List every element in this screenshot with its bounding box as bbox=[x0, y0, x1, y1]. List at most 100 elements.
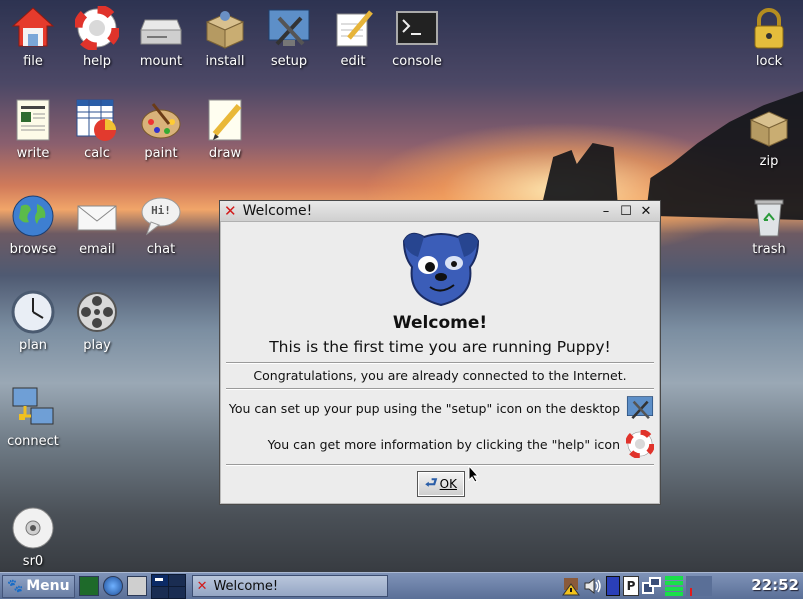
lifebuoy-icon[interactable] bbox=[625, 429, 655, 459]
connected-message: Congratulations, you are already connect… bbox=[253, 368, 627, 383]
document-icon bbox=[11, 98, 55, 142]
terminal-icon bbox=[395, 6, 439, 50]
desktop-icon-edit[interactable]: edit bbox=[321, 6, 385, 69]
desktop-icon-file[interactable]: file bbox=[1, 6, 65, 69]
desktop-icon-label: play bbox=[83, 338, 111, 353]
system-tray: P bbox=[562, 576, 712, 596]
desktop-icon-label: paint bbox=[144, 146, 178, 161]
app-x-icon: ✕ bbox=[224, 202, 237, 220]
desktop-icon-help[interactable]: help bbox=[65, 4, 129, 69]
divider bbox=[226, 464, 654, 466]
setup-tools-icon[interactable] bbox=[626, 394, 654, 422]
dialog-heading: Welcome! bbox=[392, 313, 488, 333]
network-warning-icon[interactable] bbox=[562, 576, 580, 596]
desktop-icon-label: setup bbox=[270, 54, 308, 69]
desktop-icon-label: write bbox=[16, 146, 50, 161]
show-desktop-icon[interactable] bbox=[78, 576, 99, 596]
welcome-dialog: ✕ Welcome! – ☐ ✕ Welcome! This is the fi… bbox=[219, 200, 661, 505]
desktop-icon-trash[interactable]: trash bbox=[737, 194, 801, 257]
storage-icon[interactable] bbox=[606, 576, 620, 596]
divider bbox=[226, 388, 654, 390]
desktop-icon-write[interactable]: write bbox=[1, 98, 65, 161]
desktop-icon-label: file bbox=[23, 54, 43, 69]
browser-launcher-icon[interactable] bbox=[102, 576, 123, 596]
desktop-icon-label: trash bbox=[752, 242, 786, 257]
palette-icon bbox=[139, 98, 183, 142]
desktop-icon-calc[interactable]: calc bbox=[65, 98, 129, 161]
maximize-button[interactable]: ☐ bbox=[616, 204, 636, 219]
task-label: Welcome! bbox=[213, 578, 279, 594]
desktop-icon-label: browse bbox=[9, 242, 57, 257]
taskbar-task-welcome[interactable]: ✕ Welcome! bbox=[191, 575, 388, 597]
desktop-icon-label: zip bbox=[759, 154, 779, 169]
film-reel-icon bbox=[75, 290, 119, 334]
optical-disc-icon bbox=[11, 506, 55, 550]
stack-meter-icon[interactable] bbox=[665, 576, 683, 596]
desktop-icon-install[interactable]: install bbox=[193, 6, 257, 69]
desktop-icon-label: console bbox=[392, 54, 442, 69]
drawing-pencil-icon bbox=[203, 98, 247, 142]
dialog-subheading: This is the first time you are running P… bbox=[269, 338, 611, 356]
desktop-icon-email[interactable]: email bbox=[65, 194, 129, 257]
setup-tools-icon bbox=[267, 6, 311, 50]
speech-bubble-icon: Hi! bbox=[139, 194, 183, 238]
desktop-icon-browse[interactable]: browse bbox=[1, 194, 65, 257]
desktop-icon-chat[interactable]: Hi! chat bbox=[129, 194, 193, 257]
desktop-icon-label: install bbox=[205, 54, 245, 69]
desktop-icon-plan[interactable]: plan bbox=[1, 290, 65, 353]
tray-badge-icon[interactable]: P bbox=[623, 576, 639, 596]
globe-icon bbox=[11, 194, 55, 238]
close-button[interactable]: ✕ bbox=[636, 204, 656, 219]
desktop-icon-label: draw bbox=[208, 146, 242, 161]
workspace-4[interactable] bbox=[168, 586, 185, 598]
windows-icon[interactable] bbox=[642, 576, 662, 596]
terminal-launcher-icon[interactable] bbox=[126, 576, 147, 596]
desktop-icon-label: mount bbox=[139, 54, 183, 69]
divider bbox=[226, 362, 654, 364]
network-computers-icon bbox=[11, 386, 55, 430]
desktop-icon-connect[interactable]: connect bbox=[1, 386, 65, 449]
desktop-icon-console[interactable]: console bbox=[385, 6, 449, 69]
cpu-graph-icon[interactable] bbox=[686, 576, 712, 596]
desktop-icon-setup[interactable]: setup bbox=[257, 6, 321, 69]
dialog-title: Welcome! bbox=[242, 203, 313, 219]
desktop-icon-lock[interactable]: lock bbox=[737, 6, 801, 69]
workspace-3[interactable] bbox=[151, 586, 168, 598]
desktop-icon-label: connect bbox=[7, 434, 59, 449]
taskbar: 🐾 Menu ✕ Welcome! P 22:52 bbox=[0, 572, 803, 599]
desktop-icon-sr0[interactable]: sr0 bbox=[1, 506, 65, 569]
desktop-icon-paint[interactable]: paint bbox=[129, 98, 193, 161]
desktop-icon-label: sr0 bbox=[22, 554, 44, 569]
ok-button[interactable]: ⮐ OK bbox=[417, 471, 465, 497]
workspace-pager[interactable] bbox=[150, 573, 186, 599]
lifebuoy-icon bbox=[73, 4, 121, 52]
desktop-icon-draw[interactable]: draw bbox=[193, 98, 257, 161]
desktop-icon-play[interactable]: play bbox=[65, 290, 129, 353]
setup-hint-row: You can set up your pup using the "setup… bbox=[220, 393, 660, 423]
desktop-icon-label: edit bbox=[340, 54, 366, 69]
workspace-2[interactable] bbox=[168, 574, 185, 586]
desktop-icon-label: chat bbox=[146, 242, 176, 257]
home-icon bbox=[11, 6, 55, 50]
mouse-cursor-icon bbox=[468, 464, 480, 487]
desktop-icon-label: help bbox=[82, 54, 112, 69]
menu-button[interactable]: 🐾 Menu bbox=[2, 574, 75, 598]
desktop-icon-label: lock bbox=[755, 54, 783, 69]
desktop-icon-label: calc bbox=[84, 146, 110, 161]
volume-icon[interactable] bbox=[583, 576, 603, 596]
padlock-icon bbox=[747, 6, 791, 50]
clock-icon bbox=[11, 290, 55, 334]
drive-icon bbox=[139, 6, 183, 50]
workspace-1[interactable] bbox=[151, 574, 168, 586]
app-x-icon: ✕ bbox=[196, 578, 208, 594]
chat-bubble-text: Hi! bbox=[151, 204, 171, 217]
clock[interactable]: 22:52 bbox=[751, 576, 799, 594]
desktop-icon-mount[interactable]: mount bbox=[129, 6, 193, 69]
menu-button-label: Menu bbox=[26, 578, 70, 594]
desktop-icon-zip[interactable]: zip bbox=[737, 106, 801, 169]
minimize-button[interactable]: – bbox=[596, 204, 616, 219]
dialog-titlebar[interactable]: ✕ Welcome! – ☐ ✕ bbox=[220, 201, 660, 222]
package-icon bbox=[203, 6, 247, 50]
trash-bin-icon bbox=[747, 194, 791, 238]
envelope-icon bbox=[75, 194, 119, 238]
